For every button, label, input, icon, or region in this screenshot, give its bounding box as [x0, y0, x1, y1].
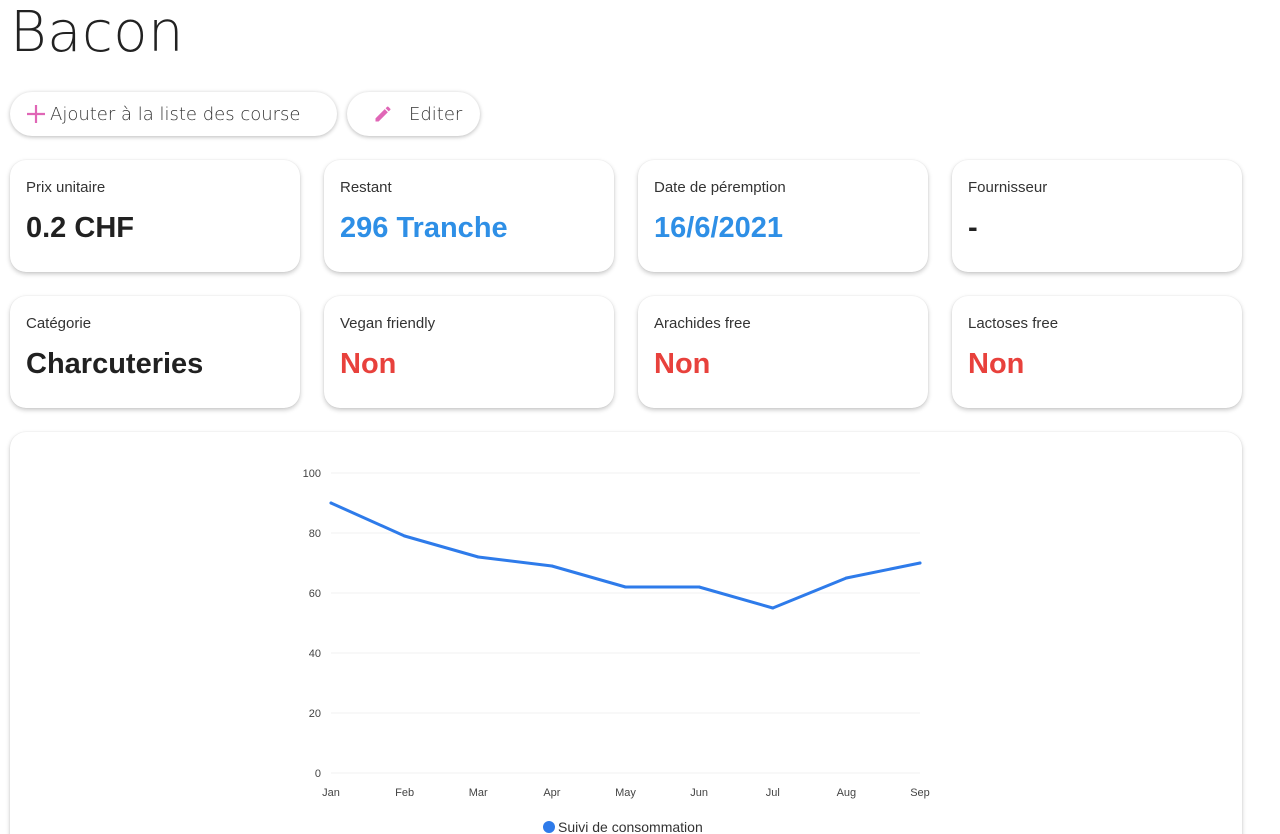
y-tick-label: 80 — [309, 528, 321, 540]
card-label: Restant — [340, 179, 392, 196]
data-point — [918, 561, 922, 565]
card-value: - — [968, 212, 978, 244]
x-tick-label: Apr — [543, 787, 560, 799]
data-point — [550, 564, 554, 568]
consumption-chart-card: 0 20 40 60 80 100 Jan Feb Mar Apr May Jun Jul Aug Sep … — [10, 432, 1242, 834]
card-label: Lactoses free — [968, 315, 1059, 332]
page-title: Bacon — [10, 0, 185, 65]
card-label: Catégorie — [26, 315, 92, 332]
card-label: Date de péremption — [654, 179, 786, 196]
card-label: Prix unitaire — [26, 179, 106, 196]
data-point — [476, 555, 480, 559]
x-tick-label: Mar — [469, 787, 488, 799]
data-point — [771, 606, 775, 610]
data-point — [403, 534, 407, 538]
y-tick-label: 0 — [315, 768, 321, 780]
card-expiry-date: Date de péremption 16/6/2021 — [638, 160, 928, 272]
card-label: Fournisseur — [968, 179, 1048, 196]
x-tick-label: Sep — [910, 787, 930, 799]
x-tick-label: Feb — [395, 787, 414, 799]
card-supplier: Fournisseur - — [952, 160, 1242, 272]
card-value: 16/6/2021 — [654, 212, 784, 244]
add-to-shopping-list-label: Ajouter à la liste des course — [50, 103, 301, 125]
y-tick-label: 60 — [309, 588, 321, 600]
edit-label: Editer — [409, 103, 463, 125]
legend-dot — [543, 821, 555, 833]
card-value: Non — [340, 348, 397, 380]
plus-icon — [24, 102, 48, 126]
card-category: Catégorie Charcuteries — [10, 296, 300, 408]
data-point — [844, 576, 848, 580]
y-tick-label: 40 — [309, 648, 321, 660]
data-point — [329, 501, 333, 505]
data-point — [624, 585, 627, 589]
edit-button[interactable]: Editer — [347, 92, 480, 136]
chart-legend[interactable]: Suivi de consommation — [543, 819, 703, 834]
x-tick-label: Jul — [766, 787, 780, 799]
card-peanut-free: Arachides free Non — [638, 296, 928, 408]
x-tick-label: Jan — [322, 787, 340, 799]
add-to-shopping-list-button[interactable]: Ajouter à la liste des course — [10, 92, 337, 136]
card-label: Vegan friendly — [340, 315, 436, 332]
card-vegan-friendly: Vegan friendly Non — [324, 296, 614, 408]
card-value: Non — [968, 348, 1025, 380]
card-value: 296 Tranche — [340, 212, 508, 244]
x-tick-label: May — [615, 787, 636, 799]
card-lactose-free: Lactoses free Non — [952, 296, 1242, 408]
y-tick-label: 100 — [303, 468, 321, 480]
x-tick-label: Jun — [690, 787, 708, 799]
card-unit-price: Prix unitaire 0.2 CHF — [10, 160, 300, 272]
pencil-icon — [371, 102, 395, 126]
data-point — [697, 585, 701, 589]
card-value: Non — [654, 348, 711, 380]
legend-label: Suivi de consommation — [558, 819, 703, 834]
card-label: Arachides free — [654, 315, 751, 332]
card-value: 0.2 CHF — [26, 212, 134, 244]
y-tick-label: 20 — [309, 708, 321, 720]
series-line — [329, 501, 922, 610]
x-tick-label: Aug — [837, 787, 857, 799]
consumption-line-chart: 0 20 40 60 80 100 Jan Feb Mar Apr May Jun Jul Aug Sep — [303, 468, 930, 799]
card-remaining: Restant 296 Tranche — [324, 160, 614, 272]
card-value: Charcuteries — [26, 348, 204, 380]
